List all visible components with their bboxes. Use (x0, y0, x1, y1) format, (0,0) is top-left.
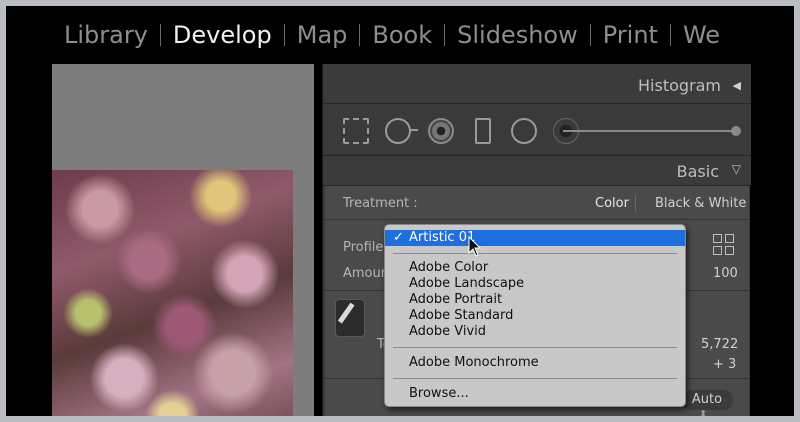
profile-option[interactable]: Adobe Portrait (385, 292, 685, 308)
menu-separator (393, 378, 677, 379)
collapse-down-icon[interactable]: ▽ (732, 162, 741, 176)
treatment-row: Treatment : Color Black & White (325, 186, 749, 220)
basic-header[interactable]: Basic ▽ (323, 156, 751, 186)
temp-value[interactable]: 5,722 (701, 337, 738, 352)
collapse-left-icon[interactable]: ◀ (733, 79, 741, 92)
photo-preview (52, 170, 293, 416)
tool-strip (323, 104, 751, 156)
amount-value[interactable]: 100 (713, 266, 738, 281)
module-picker: Library Develop Map Book Slideshow Print… (6, 6, 794, 64)
treatment-bw-option[interactable]: Black & White (655, 196, 746, 211)
profile-option[interactable]: Adobe Monochrome (385, 355, 685, 371)
eyedropper-icon[interactable] (335, 299, 365, 337)
profile-dropdown-menu[interactable]: ✓ Artistic 01 Adobe Color Adobe Landscap… (384, 224, 686, 407)
profile-option[interactable]: Adobe Vivid (385, 324, 685, 340)
module-develop[interactable]: Develop (161, 20, 284, 50)
histogram-title: Histogram (638, 76, 721, 95)
profile-option[interactable]: Adobe Landscape (385, 276, 685, 292)
module-library[interactable]: Library (6, 20, 160, 50)
module-print[interactable]: Print (591, 20, 670, 50)
module-slideshow[interactable]: Slideshow (445, 20, 590, 50)
menu-separator (393, 253, 677, 254)
profile-option[interactable]: Adobe Standard (385, 308, 685, 324)
menu-separator (393, 347, 677, 348)
treatment-color-option[interactable]: Color (595, 196, 629, 211)
profile-browser-icon[interactable] (713, 234, 735, 256)
module-web[interactable]: We (671, 20, 732, 50)
profile-option-selected[interactable]: ✓ Artistic 01 (385, 230, 685, 246)
auto-button[interactable]: Auto (681, 390, 733, 410)
crop-icon[interactable] (343, 118, 369, 144)
profile-option[interactable]: Adobe Color (385, 260, 685, 276)
treatment-label: Treatment : (343, 196, 418, 211)
tint-value[interactable]: + 3 (713, 357, 736, 372)
browse-option[interactable]: Browse... (385, 386, 685, 402)
module-book[interactable]: Book (360, 20, 444, 50)
basic-title: Basic (676, 162, 719, 181)
radial-filter-icon[interactable] (511, 118, 537, 144)
spot-removal-icon[interactable] (385, 118, 418, 144)
treatment-separator (635, 195, 636, 211)
histogram-header[interactable]: Histogram ◀ (323, 64, 751, 104)
red-eye-icon[interactable] (428, 118, 454, 144)
checkmark-icon: ✓ (393, 230, 404, 245)
image-canvas[interactable] (52, 64, 314, 416)
graduated-filter-icon[interactable] (475, 118, 491, 144)
tool-slider-end[interactable] (731, 126, 741, 136)
wb-updown-icon[interactable]: ⬍ (699, 409, 707, 416)
profile-option-label: Artistic 01 (409, 230, 476, 245)
tool-slider-track[interactable] (563, 130, 735, 132)
module-map[interactable]: Map (285, 20, 360, 50)
